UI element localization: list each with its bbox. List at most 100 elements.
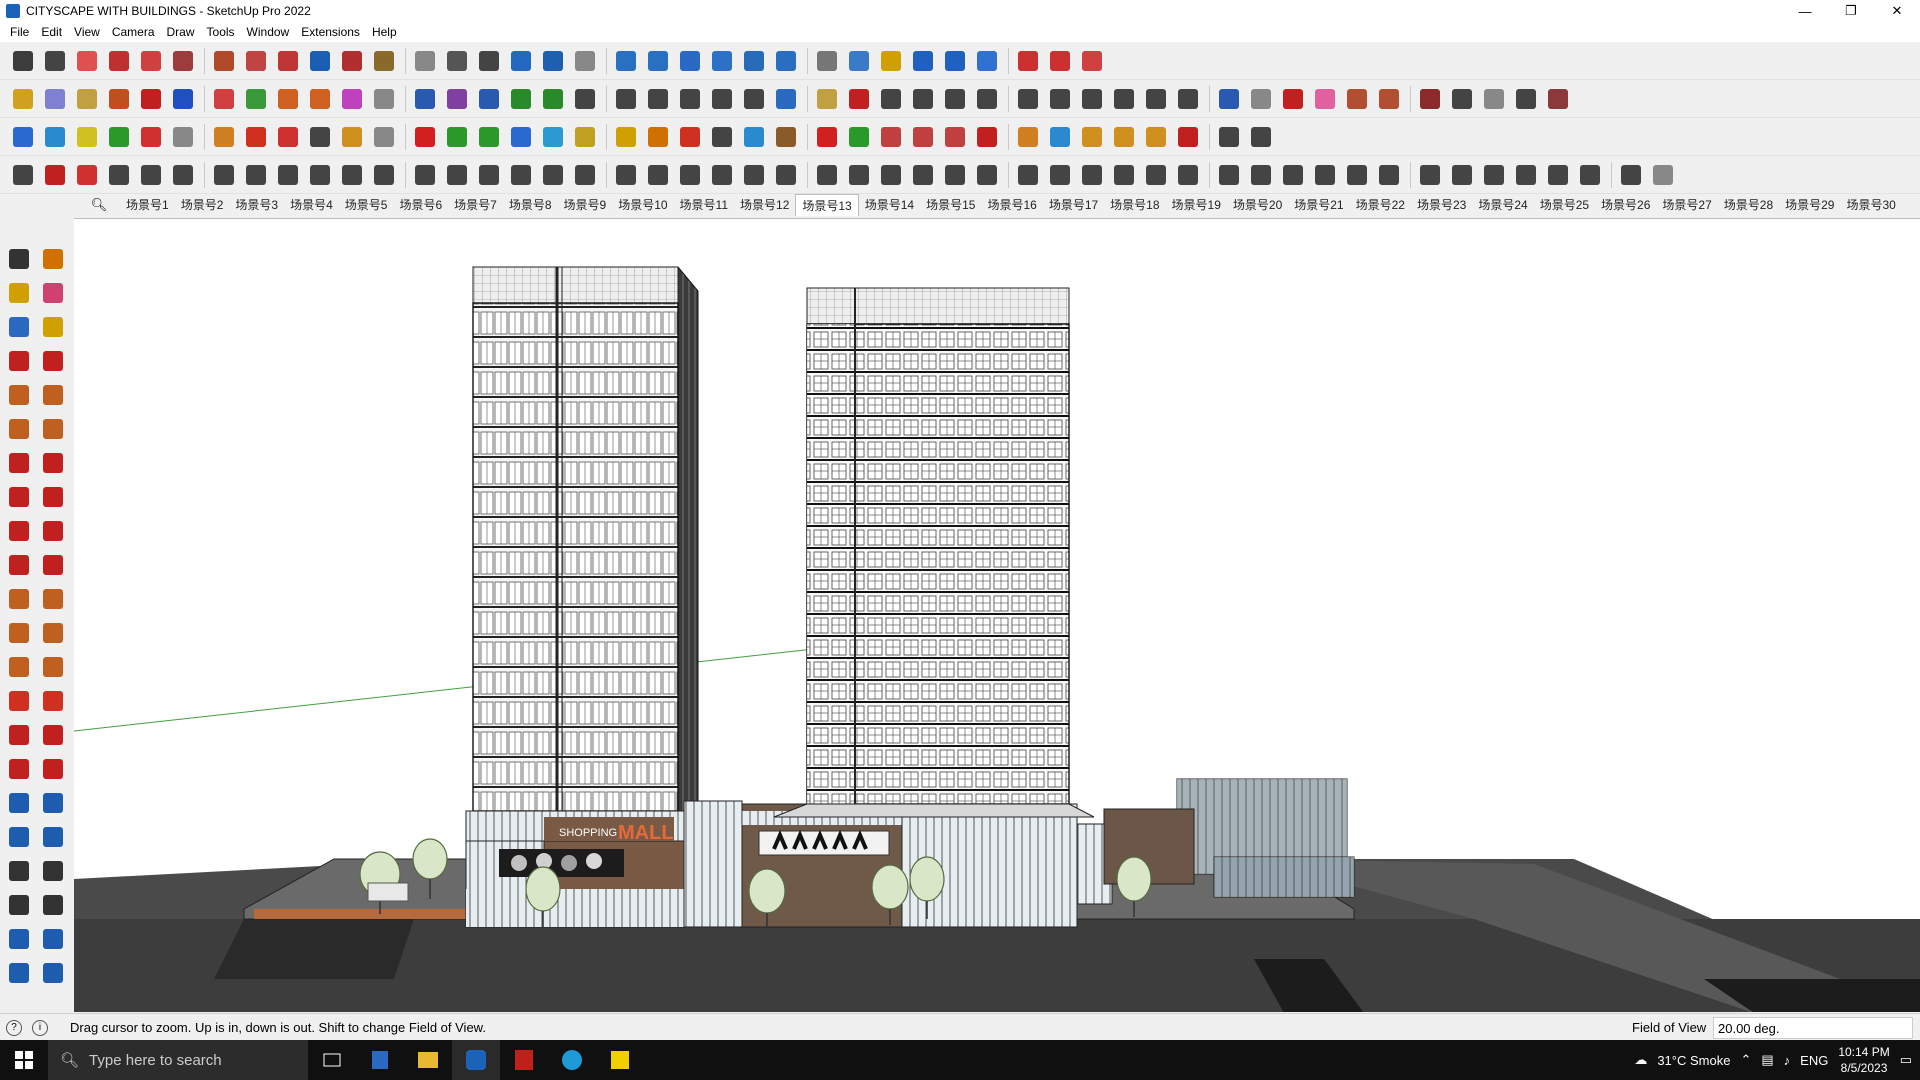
solid-tools-tool-icon[interactable]	[137, 85, 165, 113]
menu-view[interactable]: View	[68, 25, 106, 39]
sketchup-taskbar-icon[interactable]	[452, 1040, 500, 1080]
solid-tools-tool-icon[interactable]	[772, 85, 800, 113]
scene-tab[interactable]: 场景号21	[1288, 194, 1349, 216]
scene-tab[interactable]: 场景号1	[120, 194, 175, 216]
notification-icon[interactable]: ▭	[1900, 1052, 1912, 1068]
measurements-field[interactable]: 20.00 deg.	[1713, 1017, 1913, 1039]
left-tool-icon[interactable]	[40, 620, 66, 646]
standard-tools-tool-icon[interactable]	[1014, 47, 1042, 75]
solid-tools-tool-icon[interactable]	[1279, 85, 1307, 113]
left-tool-icon[interactable]	[6, 756, 32, 782]
solid-tools-tool-icon[interactable]	[274, 85, 302, 113]
left-tool-icon[interactable]	[40, 450, 66, 476]
extensions-1-tool-icon[interactable]	[210, 123, 238, 151]
clock[interactable]: 10:14 PM 8/5/2023	[1838, 1044, 1889, 1076]
standard-tools-tool-icon[interactable]	[9, 47, 37, 75]
extensions-2-tool-icon[interactable]	[105, 161, 133, 189]
search-icon[interactable]: 🔍︎	[90, 196, 108, 214]
scene-tab[interactable]: 场景号6	[393, 194, 448, 216]
standard-tools-tool-icon[interactable]	[1046, 47, 1074, 75]
solid-tools-tool-icon[interactable]	[1480, 85, 1508, 113]
extensions-1-tool-icon[interactable]	[539, 123, 567, 151]
left-tool-icon[interactable]	[40, 314, 66, 340]
left-tool-icon[interactable]	[40, 790, 66, 816]
solid-tools-tool-icon[interactable]	[1544, 85, 1572, 113]
extensions-1-tool-icon[interactable]	[73, 123, 101, 151]
edge-icon[interactable]	[548, 1040, 596, 1080]
solid-tools-tool-icon[interactable]	[644, 85, 672, 113]
left-tool-icon[interactable]	[6, 348, 32, 374]
solid-tools-tool-icon[interactable]	[105, 85, 133, 113]
extensions-2-tool-icon[interactable]	[1480, 161, 1508, 189]
solid-tools-tool-icon[interactable]	[370, 85, 398, 113]
acrobat-icon[interactable]	[500, 1040, 548, 1080]
solid-tools-tool-icon[interactable]	[708, 85, 736, 113]
extensions-2-tool-icon[interactable]	[1649, 161, 1677, 189]
scene-tab[interactable]: 场景号8	[503, 194, 558, 216]
extensions-2-tool-icon[interactable]	[539, 161, 567, 189]
left-tool-icon[interactable]	[6, 824, 32, 850]
solid-tools-tool-icon[interactable]	[1078, 85, 1106, 113]
solid-tools-tool-icon[interactable]	[475, 85, 503, 113]
extensions-2-tool-icon[interactable]	[1046, 161, 1074, 189]
standard-tools-tool-icon[interactable]	[571, 47, 599, 75]
extensions-2-tool-icon[interactable]	[1448, 161, 1476, 189]
scene-tab[interactable]: 场景号2	[175, 194, 230, 216]
scene-tab[interactable]: 场景号7	[448, 194, 503, 216]
extensions-1-tool-icon[interactable]	[1215, 123, 1243, 151]
menu-draw[interactable]: Draw	[161, 25, 201, 39]
standard-tools-tool-icon[interactable]	[813, 47, 841, 75]
left-tool-icon[interactable]	[6, 280, 32, 306]
standard-tools-tool-icon[interactable]	[941, 47, 969, 75]
extensions-1-tool-icon[interactable]	[1174, 123, 1202, 151]
extensions-1-tool-icon[interactable]	[306, 123, 334, 151]
scene-tab[interactable]: 场景号5	[339, 194, 394, 216]
extensions-2-tool-icon[interactable]	[1247, 161, 1275, 189]
extensions-2-tool-icon[interactable]	[475, 161, 503, 189]
scene-tab[interactable]: 场景号20	[1227, 194, 1288, 216]
extensions-2-tool-icon[interactable]	[9, 161, 37, 189]
extensions-2-tool-icon[interactable]	[1142, 161, 1170, 189]
extensions-2-tool-icon[interactable]	[676, 161, 704, 189]
standard-tools-tool-icon[interactable]	[973, 47, 1001, 75]
extensions-2-tool-icon[interactable]	[1078, 161, 1106, 189]
extensions-1-tool-icon[interactable]	[242, 123, 270, 151]
solid-tools-tool-icon[interactable]	[1448, 85, 1476, 113]
extensions-2-tool-icon[interactable]	[41, 161, 69, 189]
extensions-2-tool-icon[interactable]	[370, 161, 398, 189]
extensions-1-tool-icon[interactable]	[137, 123, 165, 151]
standard-tools-tool-icon[interactable]	[539, 47, 567, 75]
left-tool-icon[interactable]	[40, 586, 66, 612]
info-icon[interactable]: i	[32, 1019, 48, 1036]
language-indicator[interactable]: ENG	[1800, 1053, 1828, 1068]
extensions-2-tool-icon[interactable]	[443, 161, 471, 189]
restore-button[interactable]: ❐	[1828, 0, 1874, 22]
solid-tools-tool-icon[interactable]	[612, 85, 640, 113]
extensions-2-tool-icon[interactable]	[973, 161, 1001, 189]
scene-tab[interactable]: 场景号13	[795, 194, 859, 216]
standard-tools-tool-icon[interactable]	[105, 47, 133, 75]
extensions-1-tool-icon[interactable]	[1142, 123, 1170, 151]
model-viewport[interactable]: SHOPPING MALL	[74, 218, 1920, 1012]
extensions-2-tool-icon[interactable]	[1544, 161, 1572, 189]
scene-tab[interactable]: 场景号24	[1472, 194, 1533, 216]
extensions-2-tool-icon[interactable]	[169, 161, 197, 189]
menu-help[interactable]: Help	[366, 25, 403, 39]
standard-tools-tool-icon[interactable]	[644, 47, 672, 75]
standard-tools-tool-icon[interactable]	[909, 47, 937, 75]
extensions-2-tool-icon[interactable]	[1110, 161, 1138, 189]
weather-icon[interactable]: ☁︎	[1634, 1052, 1647, 1068]
extensions-1-tool-icon[interactable]	[1247, 123, 1275, 151]
extensions-1-tool-icon[interactable]	[1110, 123, 1138, 151]
extensions-1-tool-icon[interactable]	[9, 123, 37, 151]
scene-tab[interactable]: 场景号3	[229, 194, 284, 216]
solid-tools-tool-icon[interactable]	[813, 85, 841, 113]
solid-tools-tool-icon[interactable]	[740, 85, 768, 113]
extensions-1-tool-icon[interactable]	[338, 123, 366, 151]
standard-tools-tool-icon[interactable]	[507, 47, 535, 75]
solid-tools-tool-icon[interactable]	[411, 85, 439, 113]
left-tool-icon[interactable]	[40, 382, 66, 408]
standard-tools-tool-icon[interactable]	[877, 47, 905, 75]
left-tool-icon[interactable]	[6, 552, 32, 578]
left-tool-icon[interactable]	[40, 654, 66, 680]
